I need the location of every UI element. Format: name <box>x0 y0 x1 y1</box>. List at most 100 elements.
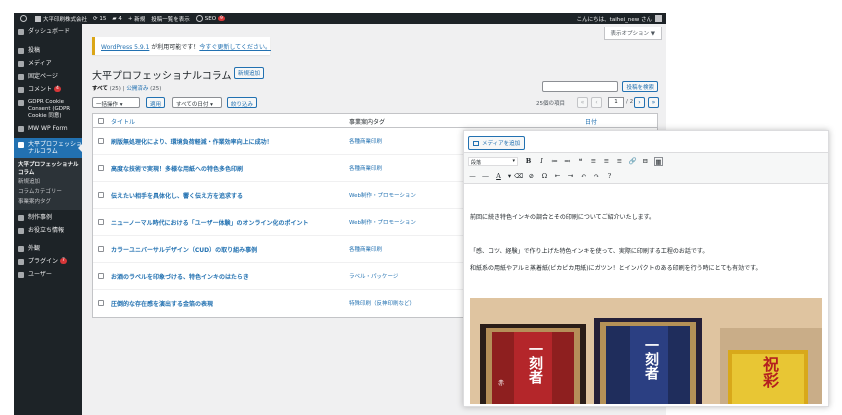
search-button[interactable]: 投稿を検索 <box>622 81 658 92</box>
read-more-button[interactable]: ⊟ <box>641 157 650 166</box>
post-title-link[interactable]: 圧倒的な存在感を演出する金箔の表現 <box>111 299 213 308</box>
sidebar-item-pages[interactable]: 固定ページ <box>14 73 82 81</box>
bold-button[interactable]: B <box>524 157 533 166</box>
post-title-link[interactable]: 高度な技術で実現！多様な用紙への特色多色印刷 <box>111 164 243 173</box>
account-menu[interactable]: こんにちは、taihei_new さん <box>577 15 662 23</box>
label-1-text: 一刻者 <box>527 342 543 384</box>
post-tag-link[interactable]: ラベル・パッケージ <box>349 272 398 280</box>
align-center-button[interactable]: ≡ <box>602 157 611 166</box>
align-left-button[interactable]: ≡ <box>589 157 598 166</box>
submenu-all-columns[interactable]: 大平プロフェッショナルコラム <box>18 161 82 177</box>
sidebar-item-posts[interactable]: 投稿 <box>14 47 82 55</box>
bullet-list-button[interactable]: ≔ <box>550 157 559 166</box>
sidebar-item-plugins[interactable]: プラグイン 7 <box>14 258 82 266</box>
prev-page-button[interactable]: ‹ <box>591 97 602 108</box>
sidebar-item-useful-info[interactable]: お役立ち情報 <box>14 227 82 235</box>
outdent-button[interactable]: ⇤ <box>553 172 562 181</box>
sidebar-item-works[interactable]: 制作事例 <box>14 214 82 222</box>
post-title-link[interactable]: ニューノーマル時代における「ユーザー体験」のオンライン化のポイント <box>111 218 309 227</box>
clear-format-button[interactable]: ⊘ <box>527 172 536 181</box>
row-checkbox[interactable] <box>98 138 104 144</box>
add-new-button[interactable]: 新規追加 <box>234 67 265 79</box>
submenu-add-new[interactable]: 新規追加 <box>18 177 82 187</box>
update-now-link[interactable]: 今すぐ更新してください。 <box>199 44 271 51</box>
post-title-link[interactable]: カラーユニバーサルデザイン（CUD）の取り組み事例 <box>111 245 257 254</box>
filter-all[interactable]: すべて <box>92 86 108 92</box>
sidebar-item-media[interactable]: メディア <box>14 60 82 68</box>
bulk-action-select[interactable]: 一括操作 ▾ <box>92 97 140 108</box>
undo-button[interactable]: ↶ <box>579 172 588 181</box>
site-name-link[interactable]: 大平印刷株式会社 <box>35 15 87 23</box>
post-tag-link[interactable]: Web制作・プロモーション <box>349 218 416 226</box>
last-page-button[interactable]: » <box>648 97 659 108</box>
align-right-button[interactable]: ≡ <box>615 157 624 166</box>
post-tag-link[interactable]: 各種商業印刷 <box>349 245 382 253</box>
strikethrough-button[interactable]: — <box>468 172 477 181</box>
post-tag-link[interactable]: 各種商業印刷 <box>349 164 382 172</box>
italic-button[interactable]: I <box>537 157 546 166</box>
sidebar-item-appearance[interactable]: 外観 <box>14 245 82 253</box>
format-select[interactable]: 段落 <box>468 156 518 166</box>
help-button[interactable]: ? <box>605 172 614 181</box>
add-media-button[interactable]: メディアを追加 <box>468 136 526 150</box>
next-page-button[interactable]: › <box>634 97 645 108</box>
special-char-button[interactable]: Ω <box>540 172 549 181</box>
current-page-input[interactable]: 1 <box>608 97 624 108</box>
submenu-business-tag[interactable]: 事業案内タグ <box>18 197 82 207</box>
view-posts-link[interactable]: 投稿一覧を表示 <box>151 15 190 23</box>
home-icon <box>35 15 41 22</box>
toolbar-toggle-button[interactable]: ▦ <box>654 156 663 166</box>
wordpress-logo[interactable] <box>20 15 29 22</box>
sidebar-item-dashboard[interactable]: ダッシュボード <box>14 28 82 36</box>
row-checkbox[interactable] <box>98 273 104 279</box>
redo-button[interactable]: ↷ <box>592 172 601 181</box>
text-color-dropdown[interactable]: ▾ <box>507 172 512 181</box>
post-title-link[interactable]: 伝えたい相手を具体化し、響く伝え方を追求する <box>111 191 243 200</box>
row-checkbox[interactable] <box>98 165 104 171</box>
plugin-icon <box>18 259 24 265</box>
column-date-header[interactable]: 日付 <box>585 117 597 126</box>
seo-menu[interactable]: SEO 9 <box>195 15 225 22</box>
row-checkbox[interactable] <box>98 300 104 306</box>
post-tag-link[interactable]: Web制作・プロモーション <box>349 191 416 199</box>
sake-labels-image[interactable]: 一刻者 赤 一刻者 祝彩 <box>470 298 822 404</box>
submenu-column-category[interactable]: コラムカテゴリー <box>18 187 82 197</box>
row-checkbox[interactable] <box>98 192 104 198</box>
numbered-list-button[interactable]: ≕ <box>563 157 572 166</box>
sidebar-item-mw-wp-form[interactable]: MW WP Form <box>14 125 82 133</box>
search-input[interactable] <box>542 81 619 92</box>
menu-label: 外観 <box>28 245 41 252</box>
text-color-button[interactable]: A <box>494 172 503 181</box>
select-all-checkbox[interactable] <box>98 118 104 124</box>
filter-published[interactable]: 公開済み <box>126 86 148 92</box>
comments-count: 4 <box>118 15 122 22</box>
new-content-link[interactable]: + 新規 <box>128 15 145 23</box>
first-page-button[interactable]: « <box>577 97 588 108</box>
link-button[interactable]: 🔗 <box>628 157 637 166</box>
paste-text-button[interactable]: ⌫ <box>514 172 523 181</box>
sidebar-item-column[interactable]: 大平プロフェッショナルコラム <box>14 138 82 158</box>
screen-options-button[interactable]: 表示オプション ▼ <box>603 27 662 40</box>
date-filter-select[interactable]: すべての日付 ▾ <box>172 97 222 108</box>
updates-link[interactable]: ⟳ 15 <box>93 16 106 22</box>
apply-button[interactable]: 適用 <box>146 97 166 108</box>
wordpress-version-link[interactable]: WordPress 5.9.1 <box>101 44 149 51</box>
column-title-header[interactable]: タイトル <box>111 117 135 126</box>
row-checkbox[interactable] <box>98 246 104 252</box>
blockquote-button[interactable]: ❝ <box>576 157 585 166</box>
filter-button[interactable]: 絞り込み <box>227 97 258 108</box>
post-title-link[interactable]: 刷版無処理化により、環境負荷軽減・作業効率向上に成功！ <box>111 137 273 146</box>
sidebar-item-gdpr[interactable]: GDPR Cookie Consent (GDPR Cookie 同意) <box>14 99 82 120</box>
post-tag-link[interactable]: 各種商業印刷 <box>349 137 382 145</box>
comments-link[interactable]: ▰ 4 <box>112 16 121 22</box>
sidebar-item-comments[interactable]: コメント 4 <box>14 86 82 94</box>
post-title-link[interactable]: お酒のラベルを印象づける、特色インキのはたらき <box>111 272 249 281</box>
row-checkbox[interactable] <box>98 219 104 225</box>
horizontal-line-button[interactable]: ― <box>481 172 490 181</box>
greeting: こんにちは、taihei_new さん <box>576 16 652 23</box>
post-tag-link[interactable]: 特殊印刷（反神印刷など） <box>349 299 415 307</box>
new-label: 新規 <box>134 16 146 23</box>
indent-button[interactable]: ⇥ <box>566 172 575 181</box>
sidebar-item-users[interactable]: ユーザー <box>14 271 82 279</box>
classic-editor-panel: メディアを追加 段落 B I ≔ ≕ ❝ ≡ ≡ ≡ 🔗 ⊟ ▦ — ― A ▾… <box>463 130 829 407</box>
